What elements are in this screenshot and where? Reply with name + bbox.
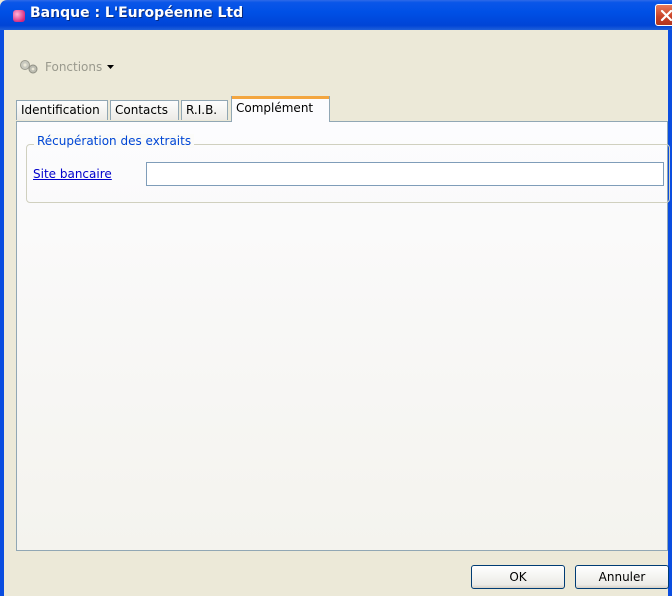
window-frame-right	[668, 30, 672, 596]
app-icon	[13, 10, 25, 22]
dialog-footer	[4, 551, 668, 596]
functions-label: Fonctions	[45, 60, 103, 74]
tab-complement[interactable]: Complément	[231, 96, 330, 122]
tab-identification[interactable]: Identification	[16, 100, 108, 120]
dialog-window: Banque : L'Européenne Ltd Fonctions Iden…	[0, 0, 672, 596]
site-bancaire-input[interactable]	[146, 162, 664, 186]
cancel-button[interactable]: Annuler	[575, 565, 669, 589]
window-title: Banque : L'Européenne Ltd	[30, 5, 244, 21]
functions-menu[interactable]: Fonctions	[18, 57, 115, 77]
tab-rib[interactable]: R.I.B.	[181, 100, 228, 120]
close-icon	[660, 9, 672, 22]
gears-icon	[20, 60, 38, 74]
chevron-down-icon	[107, 65, 115, 69]
site-bancaire-link[interactable]: Site bancaire	[33, 167, 112, 181]
ok-button[interactable]: OK	[471, 565, 565, 589]
close-button[interactable]	[655, 4, 672, 26]
title-bar[interactable]: Banque : L'Européenne Ltd	[0, 0, 672, 30]
tab-contacts[interactable]: Contacts	[110, 100, 179, 120]
extracts-group-title: Récupération des extraits	[34, 134, 195, 148]
window-frame-left	[0, 30, 4, 596]
